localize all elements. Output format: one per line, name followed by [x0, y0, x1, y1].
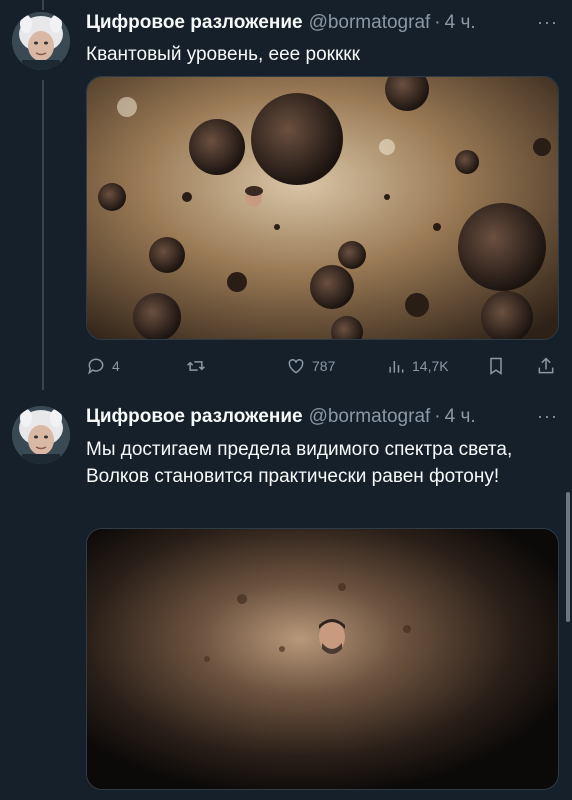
separator: ·	[434, 12, 441, 33]
avatar-image	[12, 12, 70, 70]
tweet-media[interactable]	[86, 76, 559, 340]
reply-button[interactable]: 4	[86, 356, 120, 376]
tweet-2[interactable]: Цифровое разложение @bormatograf · 4 ч. …	[0, 392, 572, 800]
tweet-1[interactable]: Цифровое разложение @bormatograf · 4 ч. …	[0, 0, 572, 392]
scrollbar[interactable]	[566, 492, 570, 622]
avatar[interactable]	[12, 406, 70, 464]
bookmark-icon	[490, 357, 502, 375]
views-icon	[389, 361, 404, 373]
timestamp[interactable]: 4 ч.	[445, 406, 476, 428]
share-icon	[538, 357, 554, 374]
views-button[interactable]: 14,7K	[386, 356, 449, 376]
author-handle[interactable]: @bormatograf	[309, 12, 431, 34]
tweet-header: Цифровое разложение @bormatograf · 4 ч.	[86, 406, 476, 428]
more-icon[interactable]: ···	[537, 12, 558, 33]
retweet-button[interactable]	[186, 356, 212, 376]
tweet-text: Мы достигаем предела видимого спектра св…	[86, 439, 513, 487]
reply-count: 4	[112, 358, 120, 374]
views-count: 14,7K	[412, 358, 449, 374]
tweet-actions: 4 787 14,7K	[86, 356, 556, 382]
avatar-image	[12, 406, 70, 464]
more-icon[interactable]: ···	[537, 406, 558, 427]
tweet-media[interactable]	[86, 528, 559, 790]
timestamp[interactable]: 4 ч.	[445, 12, 476, 34]
reply-icon	[88, 358, 104, 375]
separator: ·	[434, 406, 441, 427]
media-image	[87, 77, 558, 339]
like-button[interactable]: 787	[286, 356, 335, 376]
author-handle[interactable]: @bormatograf	[309, 406, 431, 428]
avatar[interactable]	[12, 12, 70, 70]
like-count: 787	[312, 358, 336, 374]
like-icon	[288, 358, 304, 374]
author-name[interactable]: Цифровое разложение	[86, 12, 303, 34]
share-button[interactable]	[536, 356, 556, 376]
author-name[interactable]: Цифровое разложение	[86, 406, 303, 428]
media-image	[87, 529, 558, 789]
retweet-icon	[187, 361, 205, 371]
tweet-text: Квантовый уровень, еее рокккк	[86, 44, 360, 65]
bookmark-button[interactable]	[486, 356, 506, 376]
tweet-header: Цифровое разложение @bormatograf · 4 ч.	[86, 12, 476, 34]
